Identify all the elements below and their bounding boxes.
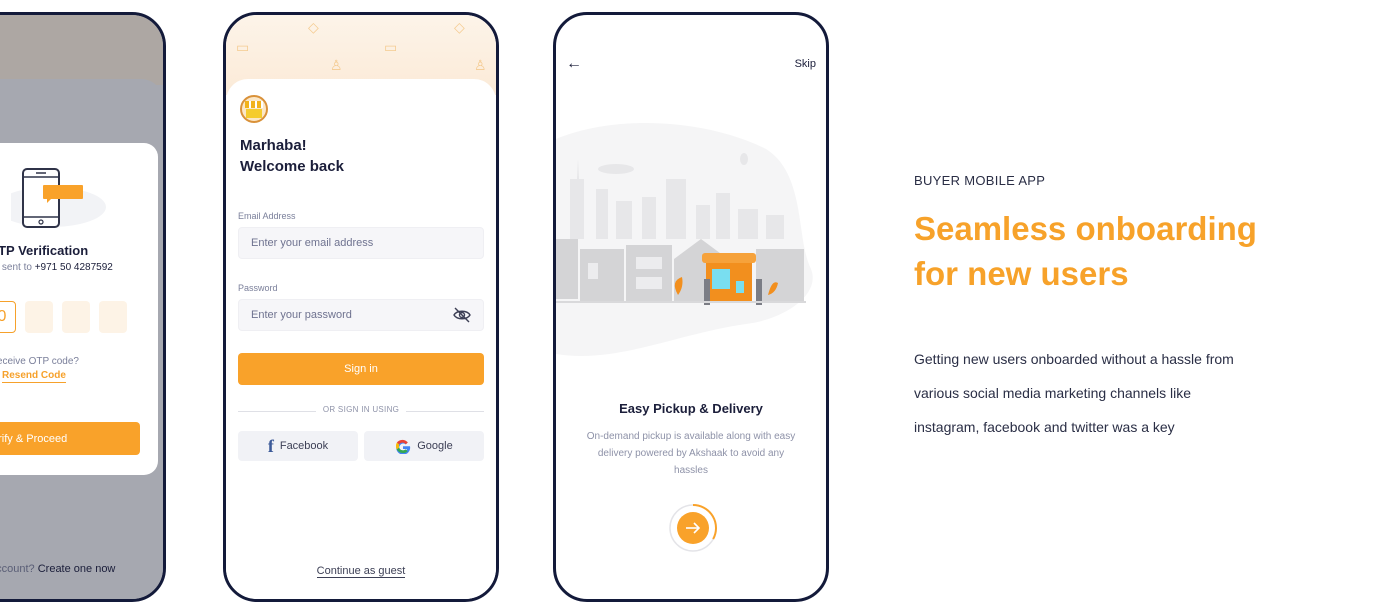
create-account-row: account? Create one now: [0, 563, 115, 575]
email-label: Email Address: [238, 211, 296, 221]
account-prompt: account?: [0, 563, 35, 575]
onboarding-phone-mockup: ← Skip Easy Pickup & Delivery On-demand …: [553, 12, 829, 602]
password-field[interactable]: Enter your password: [238, 299, 484, 331]
headline-line-2: for new users: [914, 255, 1129, 292]
google-label: Google: [417, 440, 453, 452]
otp-card: OTP Verification de sent to +971 50 4287…: [0, 143, 158, 475]
otp-digit-input[interactable]: [62, 301, 90, 333]
skip-button[interactable]: Skip: [795, 58, 816, 70]
otp-sent-prefix: de sent to: [0, 262, 32, 273]
diamond-icon: ◇: [454, 19, 465, 35]
back-arrow-icon[interactable]: ←: [566, 55, 582, 73]
password-placeholder: Enter your password: [251, 309, 352, 321]
headline-line-1: Seamless onboarding: [914, 210, 1257, 247]
bag-icon: ▭: [384, 39, 398, 55]
facebook-label: Facebook: [279, 440, 329, 452]
onboarding-title: Easy Pickup & Delivery: [619, 401, 763, 416]
otp-sent-to: de sent to +971 50 4287592: [0, 262, 113, 273]
otp-digit-input[interactable]: 0: [0, 301, 16, 333]
continue-as-guest-link[interactable]: Continue as guest: [226, 565, 496, 578]
paragraph-line-3: instagram, facebook and twitter was a ke…: [914, 419, 1175, 435]
guest-label: Continue as guest: [316, 565, 406, 578]
login-phone-mockup: ◇ ◇ ▭ ▭ ♙ ♙ Marhaba! Welcome back Email …: [223, 12, 499, 602]
diamond-icon: ◇: [308, 19, 319, 35]
bag-icon: ▭: [236, 39, 250, 55]
resend-code-link[interactable]: Resend Code: [2, 370, 66, 383]
greeting-line-2: Welcome back: [240, 158, 344, 175]
facebook-icon: f: [267, 435, 274, 456]
section-eyebrow: BUYER MOBILE APP: [914, 173, 1046, 188]
section-headline: Seamless onboarding for new users: [914, 206, 1257, 296]
otp-digit-input[interactable]: [99, 301, 127, 333]
otp-title: OTP Verification: [0, 243, 89, 258]
google-button[interactable]: Google: [364, 431, 484, 461]
greeting-line-1: Marhaba!: [240, 137, 307, 154]
welcome-heading: Marhaba! Welcome back: [240, 135, 344, 177]
otp-digit-input[interactable]: [25, 301, 53, 333]
city-store-illustration: [556, 122, 813, 357]
verify-proceed-button[interactable]: erify & Proceed: [0, 422, 140, 455]
password-label: Password: [238, 283, 278, 293]
facebook-button[interactable]: f Facebook: [238, 431, 358, 461]
eye-off-icon[interactable]: [453, 307, 471, 323]
header-pattern: [0, 15, 163, 85]
login-sheet: Marhaba! Welcome back Email Address Ente…: [226, 79, 496, 599]
phone-message-icon: [11, 168, 106, 228]
dress-icon: ♙: [330, 57, 343, 73]
divider-text: OR SIGN IN USING: [322, 405, 400, 414]
next-button[interactable]: [668, 503, 718, 553]
email-field[interactable]: Enter your email address: [238, 227, 484, 259]
otp-phone-mockup: OTP Verification de sent to +971 50 4287…: [0, 12, 166, 602]
onboarding-description: On-demand pickup is available along with…: [586, 431, 796, 476]
or-divider: OR SIGN IN USING: [238, 405, 484, 417]
otp-input-group: 0: [0, 301, 127, 333]
paragraph-line-1: Getting new users onboarded without a ha…: [914, 351, 1234, 367]
section-paragraph: Getting new users onboarded without a ha…: [914, 342, 1294, 444]
sign-in-button[interactable]: Sign in: [238, 353, 484, 385]
google-icon: [396, 439, 411, 454]
paragraph-line-2: various social media marketing channels …: [914, 385, 1192, 401]
otp-no-receive-text: t receive OTP code?: [0, 356, 79, 367]
store-logo-icon: [240, 95, 268, 123]
dress-icon: ♙: [474, 57, 487, 73]
create-account-link[interactable]: Create one now: [38, 563, 116, 575]
otp-phone-number: +971 50 4287592: [34, 262, 113, 273]
